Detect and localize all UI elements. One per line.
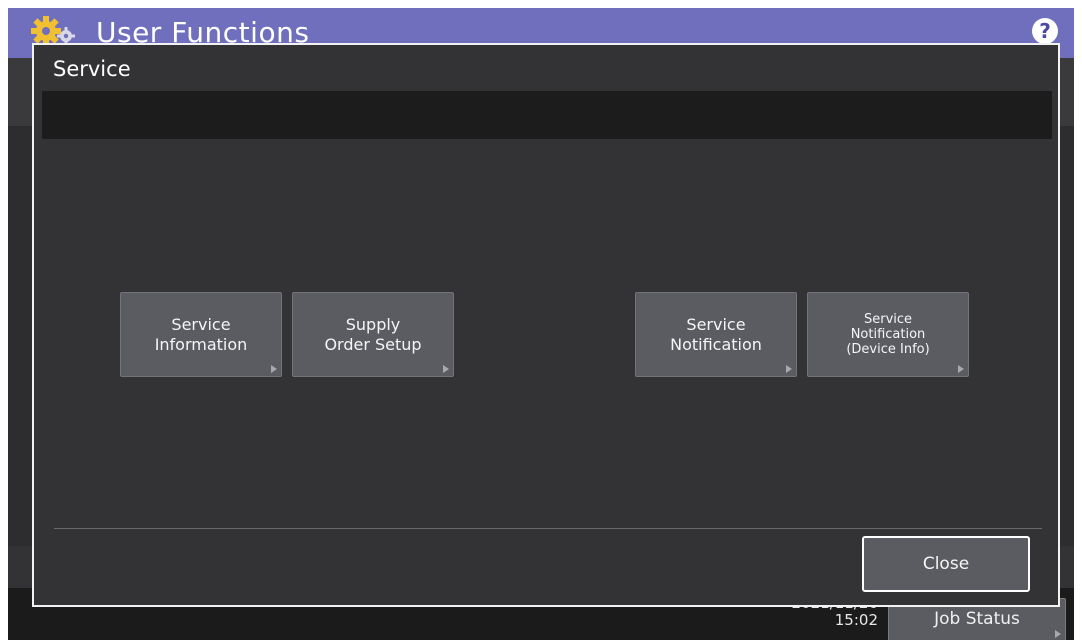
- button-label: Information: [154, 334, 248, 354]
- close-button[interactable]: Close: [862, 536, 1030, 592]
- arrow-icon: [271, 365, 277, 373]
- arrow-icon: [958, 365, 964, 373]
- service-dialog: Service Service Information Supply Order…: [32, 43, 1060, 607]
- arrow-icon: [1055, 630, 1061, 638]
- button-label: (Device Info): [846, 342, 930, 357]
- job-status-label: Job Status: [934, 609, 1020, 629]
- arrow-icon: [443, 365, 449, 373]
- help-icon[interactable]: ?: [1032, 18, 1058, 44]
- button-label: Service: [863, 312, 913, 327]
- button-label: Notification: [670, 334, 762, 354]
- dialog-message-bar: [42, 91, 1052, 139]
- button-label: Order Setup: [324, 334, 422, 354]
- button-label: Service: [686, 314, 746, 334]
- dialog-title: Service: [53, 57, 131, 81]
- divider: [54, 528, 1042, 529]
- supply-order-setup-button[interactable]: Supply Order Setup: [292, 292, 454, 377]
- button-label: Service: [171, 314, 231, 334]
- service-notification-device-info-button[interactable]: Service Notification (Device Info): [807, 292, 969, 377]
- button-label: Supply: [345, 314, 401, 334]
- service-notification-button[interactable]: Service Notification: [635, 292, 797, 377]
- service-information-button[interactable]: Service Information: [120, 292, 282, 377]
- time-text: 15:02: [834, 611, 878, 629]
- button-label: Notification: [850, 327, 926, 342]
- arrow-icon: [786, 365, 792, 373]
